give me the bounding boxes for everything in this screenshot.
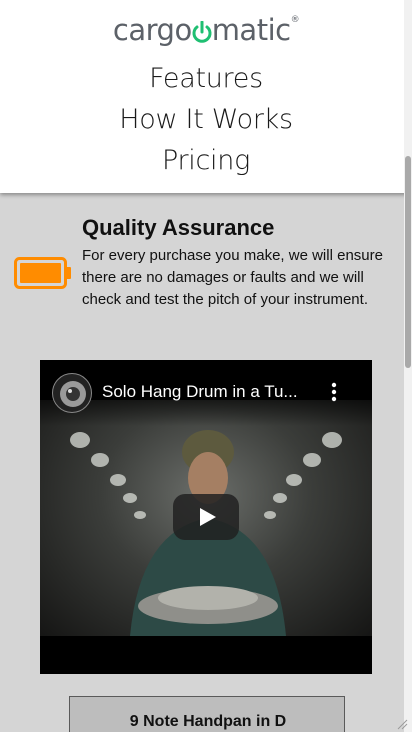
nav-link-how-it-works[interactable]: How It Works <box>0 99 412 140</box>
channel-avatar[interactable] <box>52 373 92 413</box>
main-nav: Features How It Works Pricing <box>0 58 412 181</box>
video-title[interactable]: Solo Hang Drum in a Tu... <box>102 382 332 402</box>
scrollbar-thumb[interactable] <box>405 156 411 368</box>
logo-suffix: matic <box>211 13 291 47</box>
youtube-video-embed[interactable]: Solo Hang Drum in a Tu... <box>40 360 372 674</box>
nav-link-features[interactable]: Features <box>0 58 412 99</box>
nav-link-pricing[interactable]: Pricing <box>0 140 412 181</box>
main-content: Quality Assurance For every purchase you… <box>0 193 404 732</box>
logo-prefix: cargo <box>112 13 192 47</box>
product-title: 9 Note Handpan in D <box>129 713 287 730</box>
page-scrollbar[interactable] <box>404 0 412 732</box>
feature-title: Quality Assurance <box>82 215 275 240</box>
play-button[interactable] <box>173 494 239 540</box>
cargomatic-logo[interactable]: cargo matic® <box>0 13 412 47</box>
registered-mark: ® <box>290 15 300 25</box>
product-card[interactable]: 9 Note Handpan in D <box>69 696 345 732</box>
resize-grip-icon[interactable] <box>396 718 408 730</box>
feature-description: For every purchase you make, we will ens… <box>82 247 383 308</box>
site-header: cargo matic® Features How It Works Pricin… <box>0 0 412 193</box>
kebab-menu-icon[interactable] <box>326 380 342 404</box>
power-icon <box>192 13 212 47</box>
battery-icon <box>14 257 71 289</box>
